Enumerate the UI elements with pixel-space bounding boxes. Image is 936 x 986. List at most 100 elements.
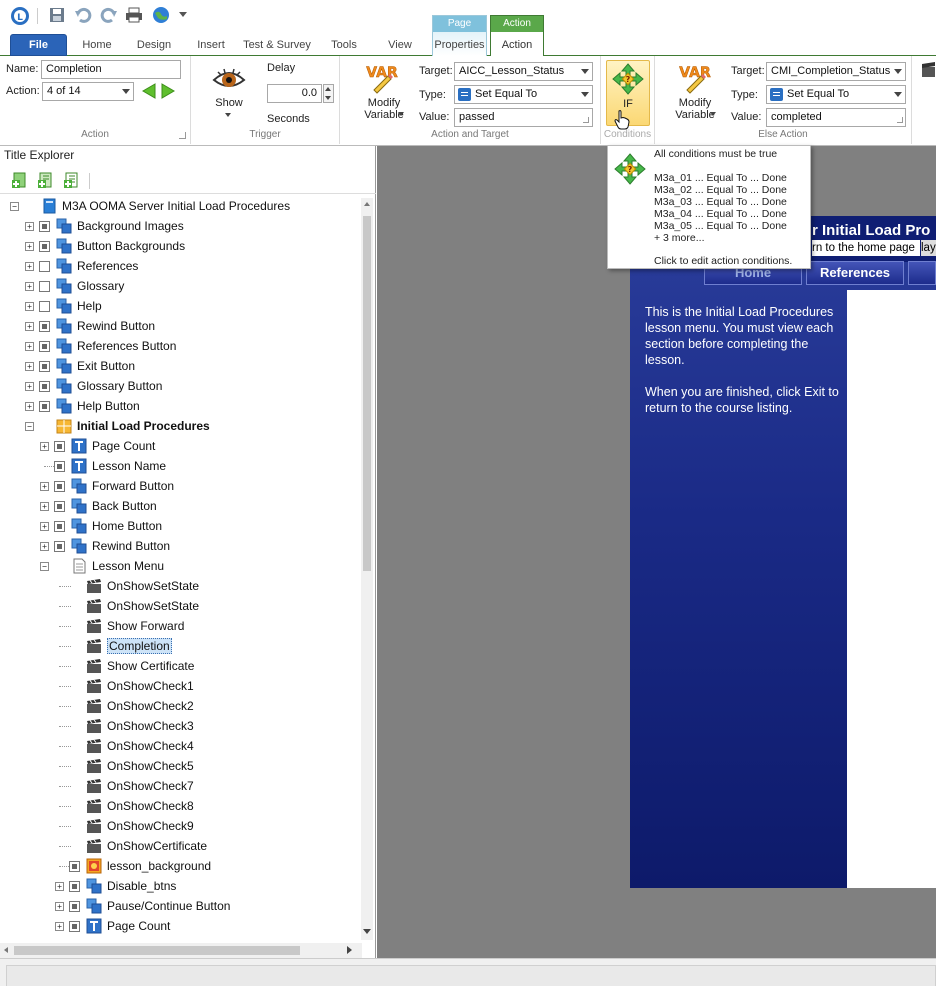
tab-design[interactable]: Design — [133, 38, 175, 56]
visibility-checkbox[interactable] — [39, 361, 50, 372]
tree-item[interactable]: lesson_background — [0, 856, 362, 876]
type-select[interactable]: Set Equal To — [454, 85, 593, 104]
collapse-icon[interactable]: − — [40, 562, 49, 571]
visibility-checkbox[interactable] — [54, 521, 65, 532]
expand-icon[interactable]: + — [40, 522, 49, 531]
visibility-checkbox[interactable] — [39, 381, 50, 392]
else-type-select[interactable]: Set Equal To — [766, 85, 906, 104]
spin-up-icon[interactable] — [325, 87, 331, 91]
else-modify-variable-button[interactable]: Modify Variable — [665, 97, 725, 121]
qat-customize-dropdown-icon[interactable] — [179, 12, 187, 17]
tree-item[interactable]: OnShowSetState — [0, 576, 362, 596]
expand-icon[interactable]: + — [25, 342, 34, 351]
tree-item[interactable]: + Forward Button — [0, 476, 362, 496]
expand-icon[interactable]: + — [25, 282, 34, 291]
tree-item[interactable]: + Back Button — [0, 496, 362, 516]
next-nav-button-partial[interactable] — [908, 261, 936, 285]
visibility-checkbox[interactable] — [39, 281, 50, 292]
expand-icon[interactable]: + — [55, 922, 64, 931]
dialog-launcher-icon[interactable] — [179, 132, 186, 139]
scroll-down-arrow-icon[interactable] — [363, 929, 371, 934]
tree-item[interactable]: OnShowCheck5 — [0, 756, 362, 776]
vertical-scroll-thumb[interactable] — [363, 216, 371, 571]
horizontal-scroll-thumb[interactable] — [14, 946, 300, 955]
else-modify-variable-icon[interactable]: VAR — [677, 62, 713, 94]
else-value-input[interactable]: completed — [766, 108, 906, 127]
tab-test-survey[interactable]: Test & Survey — [243, 38, 311, 56]
scroll-right-arrow-icon[interactable] — [347, 946, 352, 954]
tree-item[interactable]: + Pause/Continue Button — [0, 896, 362, 916]
tree-item[interactable]: Show Certificate — [0, 656, 362, 676]
visibility-checkbox[interactable] — [39, 401, 50, 412]
collapse-icon[interactable]: − — [10, 202, 19, 211]
tree-item[interactable]: OnShowCheck2 — [0, 696, 362, 716]
visibility-checkbox[interactable] — [54, 541, 65, 552]
expand-icon[interactable]: + — [40, 482, 49, 491]
collapse-icon[interactable]: − — [25, 422, 34, 431]
visibility-checkbox[interactable] — [39, 261, 50, 272]
spin-down-icon[interactable] — [325, 96, 331, 100]
expand-icon[interactable]: + — [25, 222, 34, 231]
tab-view[interactable]: View — [383, 38, 417, 56]
show-eye-icon[interactable] — [212, 66, 246, 92]
tree-item[interactable]: + Rewind Button — [0, 316, 362, 336]
action-index-select[interactable]: 4 of 14 — [42, 82, 134, 101]
value-editor-launcher-icon[interactable] — [583, 117, 589, 123]
tree-item[interactable]: − Initial Load Procedures — [0, 416, 362, 436]
tree-item[interactable]: OnShowCheck9 — [0, 816, 362, 836]
visibility-checkbox[interactable] — [39, 241, 50, 252]
next-action-arrow-icon[interactable] — [160, 83, 176, 99]
tree-item[interactable]: + Disable_btns — [0, 876, 362, 896]
tree-item[interactable]: − M3A OOMA Server Initial Load Procedures — [0, 196, 362, 216]
tree-item[interactable]: + References Button — [0, 336, 362, 356]
next-group-clapper-icon[interactable] — [921, 62, 936, 78]
publish-globe-icon[interactable] — [152, 6, 170, 24]
action-name-input[interactable]: Completion — [41, 60, 181, 79]
tree-item[interactable]: + Page Count — [0, 436, 362, 456]
modify-variable-icon[interactable]: VAR — [364, 62, 400, 94]
tree-item[interactable]: OnShowSetState — [0, 596, 362, 616]
tree-item[interactable]: + References — [0, 256, 362, 276]
expand-icon[interactable]: + — [55, 882, 64, 891]
modify-variable-button[interactable]: Modify Variable — [354, 97, 414, 121]
save-icon[interactable] — [48, 6, 66, 24]
tree-item[interactable]: + Help — [0, 296, 362, 316]
tree-item[interactable]: + Background Images — [0, 216, 362, 236]
tree-item[interactable]: Show Forward — [0, 616, 362, 636]
tree-item[interactable]: + Exit Button — [0, 356, 362, 376]
expand-icon[interactable]: + — [40, 442, 49, 451]
visibility-checkbox[interactable] — [39, 221, 50, 232]
visibility-checkbox[interactable] — [69, 861, 80, 872]
visibility-checkbox[interactable] — [54, 461, 65, 472]
tree-item[interactable]: + Home Button — [0, 516, 362, 536]
visibility-checkbox[interactable] — [39, 321, 50, 332]
tree-item[interactable]: + Help Button — [0, 396, 362, 416]
expand-icon[interactable]: + — [25, 402, 34, 411]
expand-icon[interactable]: + — [25, 262, 34, 271]
tab-file[interactable]: File — [10, 34, 67, 56]
visibility-checkbox[interactable] — [54, 441, 65, 452]
tree-item[interactable]: + Button Backgrounds — [0, 236, 362, 256]
delay-input[interactable]: 0.0 — [267, 84, 322, 103]
visibility-checkbox[interactable] — [54, 501, 65, 512]
tree-item[interactable]: OnShowCertificate — [0, 836, 362, 856]
tree-vertical-scrollbar[interactable] — [361, 198, 373, 940]
expand-icon[interactable]: + — [25, 382, 34, 391]
tree-item[interactable]: OnShowCheck1 — [0, 676, 362, 696]
tree-item[interactable]: OnShowCheck3 — [0, 716, 362, 736]
slide-content-area[interactable] — [847, 290, 936, 888]
undo-icon[interactable] — [74, 6, 92, 24]
references-nav-button[interactable]: References — [806, 261, 904, 285]
tree-item-selected[interactable]: Completion — [0, 636, 362, 656]
else-modify-variable-dropdown-icon[interactable] — [710, 112, 716, 116]
tree-item[interactable]: OnShowCheck8 — [0, 796, 362, 816]
tab-insert[interactable]: Insert — [192, 38, 230, 56]
tab-home[interactable]: Home — [78, 38, 116, 56]
previous-action-arrow-icon[interactable] — [141, 83, 157, 99]
show-trigger-label[interactable]: Show — [207, 97, 251, 109]
tree-item[interactable]: + Glossary — [0, 276, 362, 296]
tree-item[interactable]: + Glossary Button — [0, 376, 362, 396]
tree-item[interactable]: + Page Count — [0, 916, 362, 936]
visibility-checkbox[interactable] — [39, 301, 50, 312]
tree-item[interactable]: OnShowCheck4 — [0, 736, 362, 756]
